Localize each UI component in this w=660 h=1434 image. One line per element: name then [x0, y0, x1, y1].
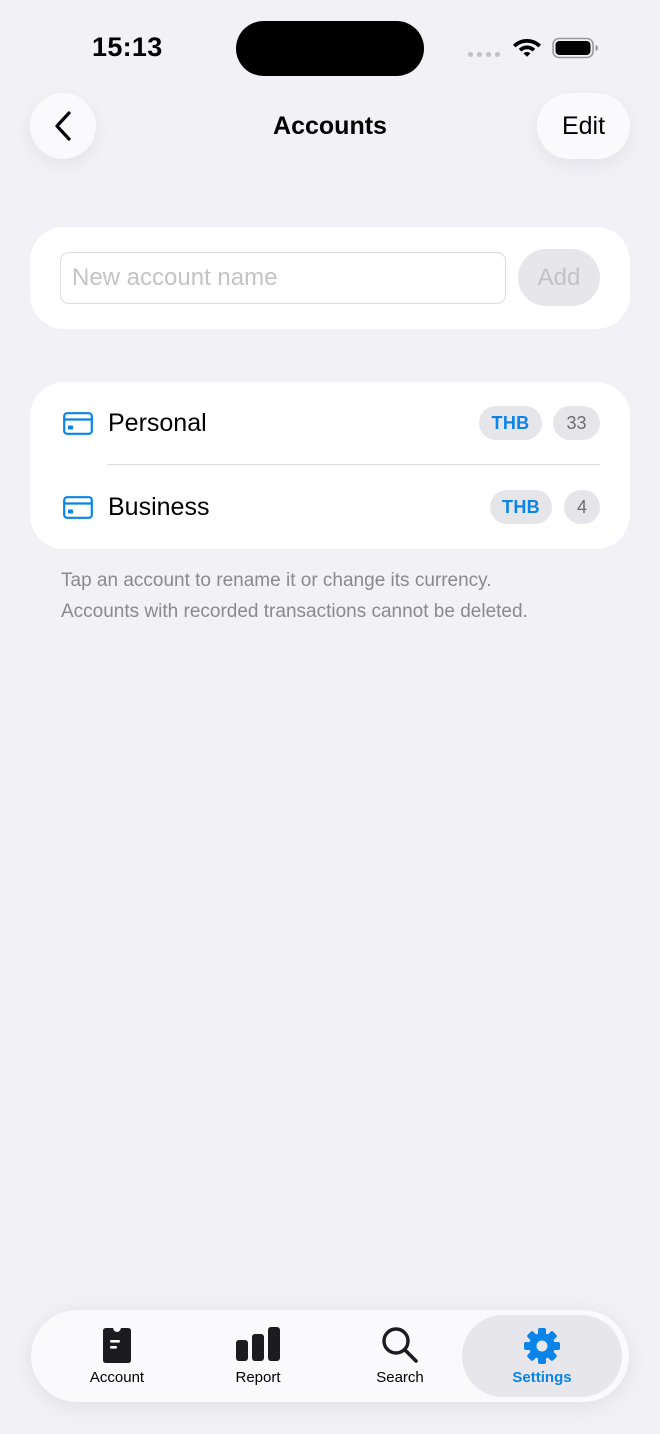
tab-label: Settings	[512, 1369, 572, 1386]
footnote-line: Tap an account to rename it or change it…	[61, 570, 492, 591]
tab-label: Account	[89, 1369, 145, 1386]
new-account-name-input[interactable]	[60, 252, 506, 304]
accounts-list: Personal THB 33 Business THB 4	[30, 382, 630, 549]
accounts-screen: 15:13 Accounts Edit Add Personal	[0, 0, 660, 1434]
credit-card-icon	[63, 412, 93, 435]
status-time: 15:13	[92, 32, 163, 62]
account-icon	[103, 1328, 131, 1363]
transaction-count-badge: 33	[553, 406, 600, 440]
add-button[interactable]: Add	[518, 249, 600, 306]
report-icon	[236, 1327, 280, 1361]
tab-bar: Account Report Search Settings	[31, 1310, 629, 1402]
account-row-business[interactable]: Business THB 4	[30, 466, 630, 549]
accounts-footnote: Tap an account to rename it or change it…	[61, 565, 528, 627]
search-icon	[382, 1327, 418, 1363]
account-name: Business	[108, 493, 210, 521]
gear-icon	[524, 1328, 560, 1364]
account-row-personal[interactable]: Personal THB 33	[30, 382, 630, 465]
add-account-card: Add	[30, 227, 630, 329]
battery-icon	[552, 37, 598, 59]
currency-badge: THB	[490, 490, 552, 524]
tab-search[interactable]: Search	[350, 1310, 450, 1402]
edit-button[interactable]: Edit	[537, 93, 630, 159]
tab-report[interactable]: Report	[208, 1310, 308, 1402]
account-name: Personal	[108, 409, 207, 437]
transaction-count-badge: 4	[564, 490, 600, 524]
currency-badge: THB	[479, 406, 542, 440]
wifi-icon	[513, 39, 541, 57]
tab-account[interactable]: Account	[67, 1310, 167, 1402]
footnote-line: Accounts with recorded transactions cann…	[61, 601, 528, 622]
credit-card-icon	[63, 496, 93, 519]
dynamic-island	[236, 21, 424, 76]
row-divider	[107, 464, 600, 465]
cellular-signal-icon	[468, 52, 500, 57]
tab-label: Report	[235, 1369, 281, 1386]
tab-label: Search	[376, 1369, 424, 1386]
tab-settings[interactable]: Settings	[462, 1315, 622, 1397]
